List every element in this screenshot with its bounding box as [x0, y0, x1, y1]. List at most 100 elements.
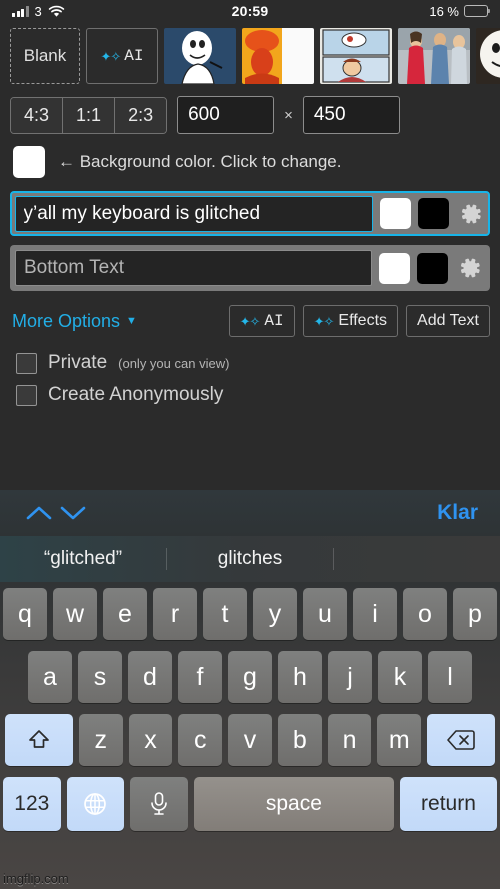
keyboard-row-2: asdfghjkl [3, 651, 497, 703]
key-s[interactable]: s [78, 651, 122, 703]
suggestion-0[interactable]: “glitched” [0, 548, 167, 570]
distracted-boyfriend-thumbnail[interactable] [398, 28, 470, 84]
bottom-text-row [0, 242, 500, 297]
key-m[interactable]: m [377, 714, 422, 766]
globe-key[interactable] [66, 777, 125, 831]
orange-white-thumbnail[interactable] [242, 28, 314, 84]
more-options-button[interactable]: More Options ▼ [12, 311, 137, 332]
aspect-ratio-segmented-control[interactable]: 4:3 1:1 2:3 [10, 96, 168, 134]
top-text-settings-gear-icon[interactable] [456, 201, 486, 227]
blank-template-button[interactable]: Blank [10, 28, 80, 84]
key-e[interactable]: e [103, 588, 147, 640]
add-text-button[interactable]: Add Text [406, 305, 490, 337]
key-v[interactable]: v [228, 714, 272, 766]
key-n[interactable]: n [327, 714, 372, 766]
dictation-key[interactable] [130, 777, 188, 831]
rage-comic-blue-thumbnail[interactable] [164, 28, 236, 84]
suggestion-1[interactable]: glitches [167, 548, 334, 570]
status-bar: 3 20:59 16 % [0, 0, 500, 22]
status-bar-clock: 20:59 [231, 3, 269, 19]
keyboard-row-4: 123 space return [3, 777, 497, 831]
key-k[interactable]: k [378, 651, 422, 703]
bottom-text-input[interactable] [15, 250, 372, 286]
autocorrect-suggestion-bar: “glitched” glitches [0, 536, 500, 582]
chevron-up-icon[interactable] [22, 496, 56, 530]
key-d[interactable]: d [128, 651, 172, 703]
ai-template-label: AI [124, 47, 144, 65]
blank-template-label: Blank [23, 46, 67, 65]
anonymous-checkbox-row[interactable]: Create Anonymously [0, 379, 500, 411]
space-key[interactable]: space [193, 777, 394, 831]
key-b[interactable]: b [277, 714, 322, 766]
meme-editor-panel: Blank ✦✧ AI 4:3 1:1 2:3 600 × 450 ← Back… [0, 22, 500, 411]
bottom-text-fill-color-swatch[interactable] [417, 252, 448, 284]
microphone-icon [151, 792, 167, 815]
aspect-ratio-4-3-button[interactable]: 4:3 [11, 97, 64, 133]
anonymous-label: Create Anonymously [48, 384, 224, 405]
key-w[interactable]: w [53, 588, 97, 640]
top-text-input[interactable] [14, 195, 373, 232]
sparkle-icon: ✦✧ [313, 313, 335, 329]
software-keyboard: Klar “glitched” glitches qwertyuiop asdf… [0, 490, 500, 889]
globe-language-icon [84, 793, 107, 815]
key-x[interactable]: x [128, 714, 173, 766]
ai-button-label: AI [264, 312, 284, 330]
key-h[interactable]: h [278, 651, 322, 703]
key-a[interactable]: a [28, 651, 72, 703]
bottom-text-settings-gear-icon[interactable] [455, 255, 485, 281]
key-f[interactable]: f [178, 651, 222, 703]
private-checkbox[interactable] [16, 352, 37, 374]
private-label: Private [48, 352, 108, 373]
add-text-button-label: Add Text [417, 312, 479, 329]
private-sublabel: (only you can view) [118, 355, 230, 371]
bottom-text-outline-color-swatch[interactable] [379, 252, 410, 284]
key-r[interactable]: r [153, 588, 197, 640]
sparkle-icon: ✦✧ [239, 313, 261, 329]
backspace-delete-icon [447, 730, 475, 750]
template-strip[interactable]: Blank ✦✧ AI [0, 22, 500, 90]
private-checkbox-row[interactable]: Private (only you can view) [0, 347, 500, 379]
rage-face-thumbnail[interactable] [476, 28, 500, 84]
effects-button[interactable]: ✦✧ Effects [302, 305, 399, 337]
keyboard-rows: qwertyuiop asdfghjkl zxcvbnm 123 space r… [0, 582, 500, 831]
key-c[interactable]: c [178, 714, 223, 766]
chevron-down-icon[interactable] [56, 496, 90, 530]
background-color-label: ← Background color. Click to change. [58, 152, 342, 171]
key-o[interactable]: o [403, 588, 447, 640]
backspace-key[interactable] [427, 714, 496, 766]
key-i[interactable]: i [353, 588, 397, 640]
options-row: More Options ▼ ✦✧ AI ✦✧ Effects Add Text [0, 297, 500, 347]
keyboard-row-3: zxcvbnm [3, 714, 497, 766]
return-key[interactable]: return [399, 777, 497, 831]
aspect-ratio-2-3-button[interactable]: 2:3 [115, 97, 167, 133]
ai-template-button[interactable]: ✦✧ AI [86, 28, 158, 84]
key-u[interactable]: u [303, 588, 347, 640]
battery-percent-label: 16 % [429, 3, 459, 19]
top-text-fill-color-swatch[interactable] [417, 198, 449, 229]
key-z[interactable]: z [78, 714, 123, 766]
background-color-swatch[interactable] [13, 146, 45, 178]
anonymous-checkbox[interactable] [16, 384, 37, 406]
key-l[interactable]: l [428, 651, 472, 703]
canvas-height-input[interactable] [302, 96, 400, 134]
background-color-row[interactable]: ← Background color. Click to change. [0, 142, 500, 188]
chevron-down-icon: ▼ [126, 315, 137, 327]
key-t[interactable]: t [203, 588, 247, 640]
keyboard-done-button[interactable]: Klar [437, 501, 478, 525]
shift-key[interactable] [5, 714, 73, 766]
numbers-key[interactable]: 123 [3, 777, 61, 831]
key-p[interactable]: p [453, 588, 497, 640]
aspect-ratio-1-1-button[interactable]: 1:1 [63, 97, 116, 133]
key-j[interactable]: j [328, 651, 372, 703]
shift-arrow-icon [29, 730, 49, 748]
top-text-outline-color-swatch[interactable] [379, 198, 411, 229]
key-y[interactable]: y [253, 588, 297, 640]
key-g[interactable]: g [228, 651, 272, 703]
comic-panels-thumbnail[interactable] [320, 28, 392, 84]
sparkle-icon: ✦✧ [100, 48, 122, 64]
key-q[interactable]: q [3, 588, 47, 640]
bottom-text-field-group[interactable] [10, 245, 490, 291]
ai-button[interactable]: ✦✧ AI [228, 305, 295, 337]
canvas-width-input[interactable] [177, 96, 275, 134]
top-text-field-group[interactable] [10, 191, 490, 236]
